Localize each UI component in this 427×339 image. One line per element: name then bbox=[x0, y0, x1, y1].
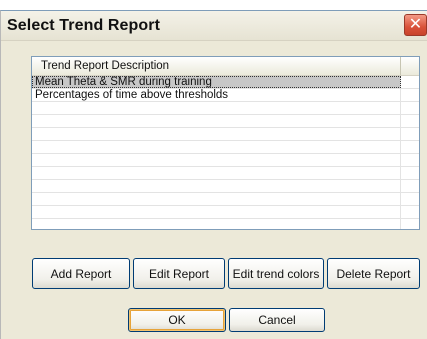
list-item-label bbox=[32, 219, 401, 229]
title-bar: Select Trend Report ✕ bbox=[1, 11, 427, 41]
list-item[interactable] bbox=[32, 102, 419, 115]
close-button[interactable]: ✕ bbox=[404, 14, 427, 36]
list-item[interactable]: Mean Theta & SMR during training bbox=[32, 76, 419, 89]
list-item-label bbox=[32, 141, 401, 153]
list-item-label bbox=[32, 115, 401, 127]
list-item-label bbox=[32, 180, 401, 192]
list-item-label bbox=[32, 206, 401, 218]
cancel-button[interactable]: Cancel bbox=[229, 308, 325, 332]
list-item[interactable] bbox=[32, 167, 419, 180]
close-icon: ✕ bbox=[408, 16, 423, 33]
list-item[interactable]: Percentages of time above thresholds bbox=[32, 89, 419, 102]
select-trend-report-dialog: Select Trend Report ✕ Trend Report Descr… bbox=[0, 10, 427, 339]
list-item-label bbox=[32, 128, 401, 140]
list-item[interactable] bbox=[32, 141, 419, 154]
dialog-title: Select Trend Report bbox=[7, 17, 161, 34]
ok-button[interactable]: OK bbox=[128, 308, 226, 332]
list-item[interactable] bbox=[32, 128, 419, 141]
list-item-label bbox=[32, 167, 401, 179]
edit-report-button[interactable]: Edit Report bbox=[133, 258, 225, 289]
list-item[interactable] bbox=[32, 154, 419, 167]
list-item-label: Mean Theta & SMR during training bbox=[32, 76, 401, 88]
trend-report-list[interactable]: Trend Report Description Mean Theta & SM… bbox=[31, 56, 420, 230]
list-item[interactable] bbox=[32, 193, 419, 206]
edit-trend-colors-button[interactable]: Edit trend colors bbox=[228, 258, 324, 289]
list-item[interactable] bbox=[32, 206, 419, 219]
list-header: Trend Report Description bbox=[32, 57, 419, 76]
column-header-description[interactable]: Trend Report Description bbox=[32, 57, 401, 75]
delete-report-button[interactable]: Delete Report bbox=[327, 258, 420, 289]
list-item-label bbox=[32, 154, 401, 166]
add-report-button[interactable]: Add Report bbox=[32, 258, 130, 289]
list-item[interactable] bbox=[32, 219, 419, 229]
list-item-label: Percentages of time above thresholds bbox=[32, 89, 401, 101]
list-item-label bbox=[32, 102, 401, 114]
list-item-label bbox=[32, 193, 401, 205]
list-item[interactable] bbox=[32, 115, 419, 128]
list-item[interactable] bbox=[32, 180, 419, 193]
